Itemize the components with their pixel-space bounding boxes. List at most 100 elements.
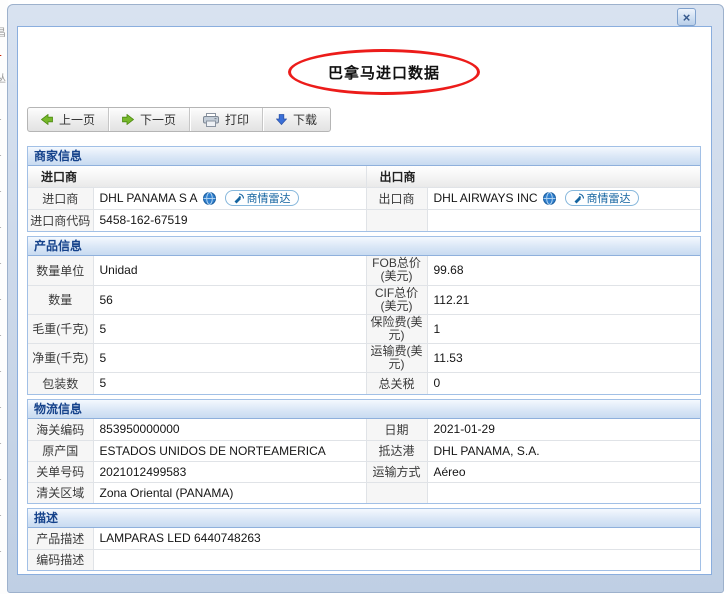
section-description: 描述 产品描述 LAMPARAS LED 6440748263 编码描述 — [27, 508, 701, 571]
field-value: DHL PANAMA, S.A. — [427, 440, 700, 461]
bg-row-number: 1 — [0, 220, 2, 231]
field-label: 保险费(美元) — [366, 314, 427, 343]
field-value: 2021012499583 — [93, 461, 366, 482]
field-value: 99.68 — [427, 256, 700, 285]
download-button[interactable]: 下载 — [263, 108, 330, 131]
empty-value-cell — [427, 209, 700, 231]
field-label: 总关税 — [366, 372, 427, 394]
section-header-product: 产品信息 — [28, 237, 700, 256]
table-row: 数量 56 CIF总价(美元) 112.21 — [28, 285, 700, 314]
bg-row-number: 1 — [0, 148, 2, 159]
bg-row-number: 1 — [0, 544, 2, 555]
bg-row-number: 1 — [0, 436, 2, 447]
merchant-table: 进口商 出口商 进口商 DHL PANAMA S A — [28, 166, 700, 231]
field-label: 清关区域 — [28, 482, 93, 503]
table-row: 净重(千克) 5 运输费(美元) 11.53 — [28, 343, 700, 372]
importer-code-value: 5458-162-67519 — [93, 209, 366, 231]
field-label: 关单号码 — [28, 461, 93, 482]
globe-icon[interactable] — [203, 192, 216, 205]
field-value: 1 — [427, 314, 700, 343]
arrow-down-icon — [276, 114, 287, 125]
table-row: 清关区域 Zona Oriental (PANAMA) — [28, 482, 700, 503]
table-row: 产品描述 LAMPARAS LED 6440748263 — [28, 528, 700, 549]
toolbar: 上一页 下一页 打印 下载 — [27, 107, 331, 132]
field-label: 日期 — [366, 419, 427, 440]
field-label: 进口商代码 — [28, 209, 93, 231]
exporter-group-header: 出口商 — [366, 166, 700, 187]
bg-row-number: 1 — [0, 256, 2, 267]
modal-dialog: × 巴拿马进口数据 上一页 下一页 — [7, 4, 724, 593]
field-value: 5 — [93, 314, 366, 343]
field-label: 海关编码 — [28, 419, 93, 440]
field-label: CIF总价(美元) — [366, 285, 427, 314]
print-label: 打印 — [225, 111, 249, 128]
product-description-value: LAMPARAS LED 6440748263 — [93, 528, 700, 549]
empty-label-cell — [366, 209, 427, 231]
empty-label-cell — [366, 482, 427, 503]
field-value: 112.21 — [427, 285, 700, 314]
field-value: 2021-01-29 — [427, 419, 700, 440]
bg-fragment: 丛 — [0, 70, 6, 85]
field-label: 抵达港 — [366, 440, 427, 461]
arrow-right-icon — [122, 114, 134, 125]
close-icon: × — [683, 11, 691, 24]
section-product: 产品信息 数量单位 Unidad FOB总价(美元) 99.68 数量 56 C… — [27, 236, 701, 395]
field-value: 11.53 — [427, 343, 700, 372]
radar-label: 商情雷达 — [247, 190, 291, 206]
code-description-value — [93, 549, 700, 570]
bg-fragment: 1 — [0, 48, 2, 59]
description-table: 产品描述 LAMPARAS LED 6440748263 编码描述 — [28, 528, 700, 570]
exporter-value-cell: DHL AIRWAYS INC — [427, 187, 700, 209]
radar-icon — [573, 193, 584, 204]
field-label: 净重(千克) — [28, 343, 93, 372]
red-ellipse-annotation: 巴拿马进口数据 — [288, 49, 480, 95]
business-radar-badge[interactable]: 商情雷达 — [225, 190, 299, 206]
table-row: 包装数 5 总关税 0 — [28, 372, 700, 394]
detail-sections: 商家信息 进口商 出口商 进口商 DHL PANAMA S A — [27, 146, 701, 575]
field-value: ESTADOS UNIDOS DE NORTEAMERICA — [93, 440, 366, 461]
business-radar-badge[interactable]: 商情雷达 — [565, 190, 639, 206]
field-label: 数量 — [28, 285, 93, 314]
table-row: 进口商 出口商 — [28, 166, 700, 187]
field-value: 5 — [93, 372, 366, 394]
field-label: 运输方式 — [366, 461, 427, 482]
table-row: 原产国 ESTADOS UNIDOS DE NORTEAMERICA 抵达港 D… — [28, 440, 700, 461]
importer-value-cell: DHL PANAMA S A — [93, 187, 366, 209]
close-button[interactable]: × — [677, 8, 696, 26]
dialog-content: 巴拿马进口数据 上一页 下一页 — [17, 26, 712, 575]
table-row: 毛重(千克) 5 保险费(美元) 1 — [28, 314, 700, 343]
field-value: Zona Oriental (PANAMA) — [93, 482, 366, 503]
section-logistics: 物流信息 海关编码 853950000000 日期 2021-01-29 原产国… — [27, 399, 701, 504]
field-value: 0 — [427, 372, 700, 394]
print-button[interactable]: 打印 — [190, 108, 263, 131]
field-value: 56 — [93, 285, 366, 314]
radar-label: 商情雷达 — [587, 190, 631, 206]
printer-icon — [203, 113, 219, 127]
logistics-table: 海关编码 853950000000 日期 2021-01-29 原产国 ESTA… — [28, 419, 700, 503]
section-header-logistics: 物流信息 — [28, 400, 700, 419]
importer-name: DHL PANAMA S A — [100, 191, 198, 205]
table-row: 编码描述 — [28, 549, 700, 570]
next-page-button[interactable]: 下一页 — [109, 108, 190, 131]
download-label: 下载 — [293, 111, 317, 128]
field-value: 5 — [93, 343, 366, 372]
section-merchant: 商家信息 进口商 出口商 进口商 DHL PANAMA S A — [27, 146, 701, 232]
field-label: FOB总价(美元) — [366, 256, 427, 285]
bg-row-number: 1 — [0, 184, 2, 195]
field-label: 编码描述 — [28, 549, 93, 570]
prev-page-label: 上一页 — [59, 111, 95, 128]
importer-group-header: 进口商 — [28, 166, 366, 187]
dialog-titlebar[interactable]: × — [8, 5, 723, 26]
next-page-label: 下一页 — [140, 111, 176, 128]
page-title: 巴拿马进口数据 — [328, 62, 440, 83]
radar-icon — [233, 193, 244, 204]
product-table: 数量单位 Unidad FOB总价(美元) 99.68 数量 56 CIF总价(… — [28, 256, 700, 394]
prev-page-button[interactable]: 上一页 — [28, 108, 109, 131]
bg-row-number: 1 — [0, 364, 2, 375]
field-label: 数量单位 — [28, 256, 93, 285]
table-row: 数量单位 Unidad FOB总价(美元) 99.68 — [28, 256, 700, 285]
bg-row-number: 1 — [0, 328, 2, 339]
globe-icon[interactable] — [543, 192, 556, 205]
field-label: 产品描述 — [28, 528, 93, 549]
section-header-description: 描述 — [28, 509, 700, 528]
